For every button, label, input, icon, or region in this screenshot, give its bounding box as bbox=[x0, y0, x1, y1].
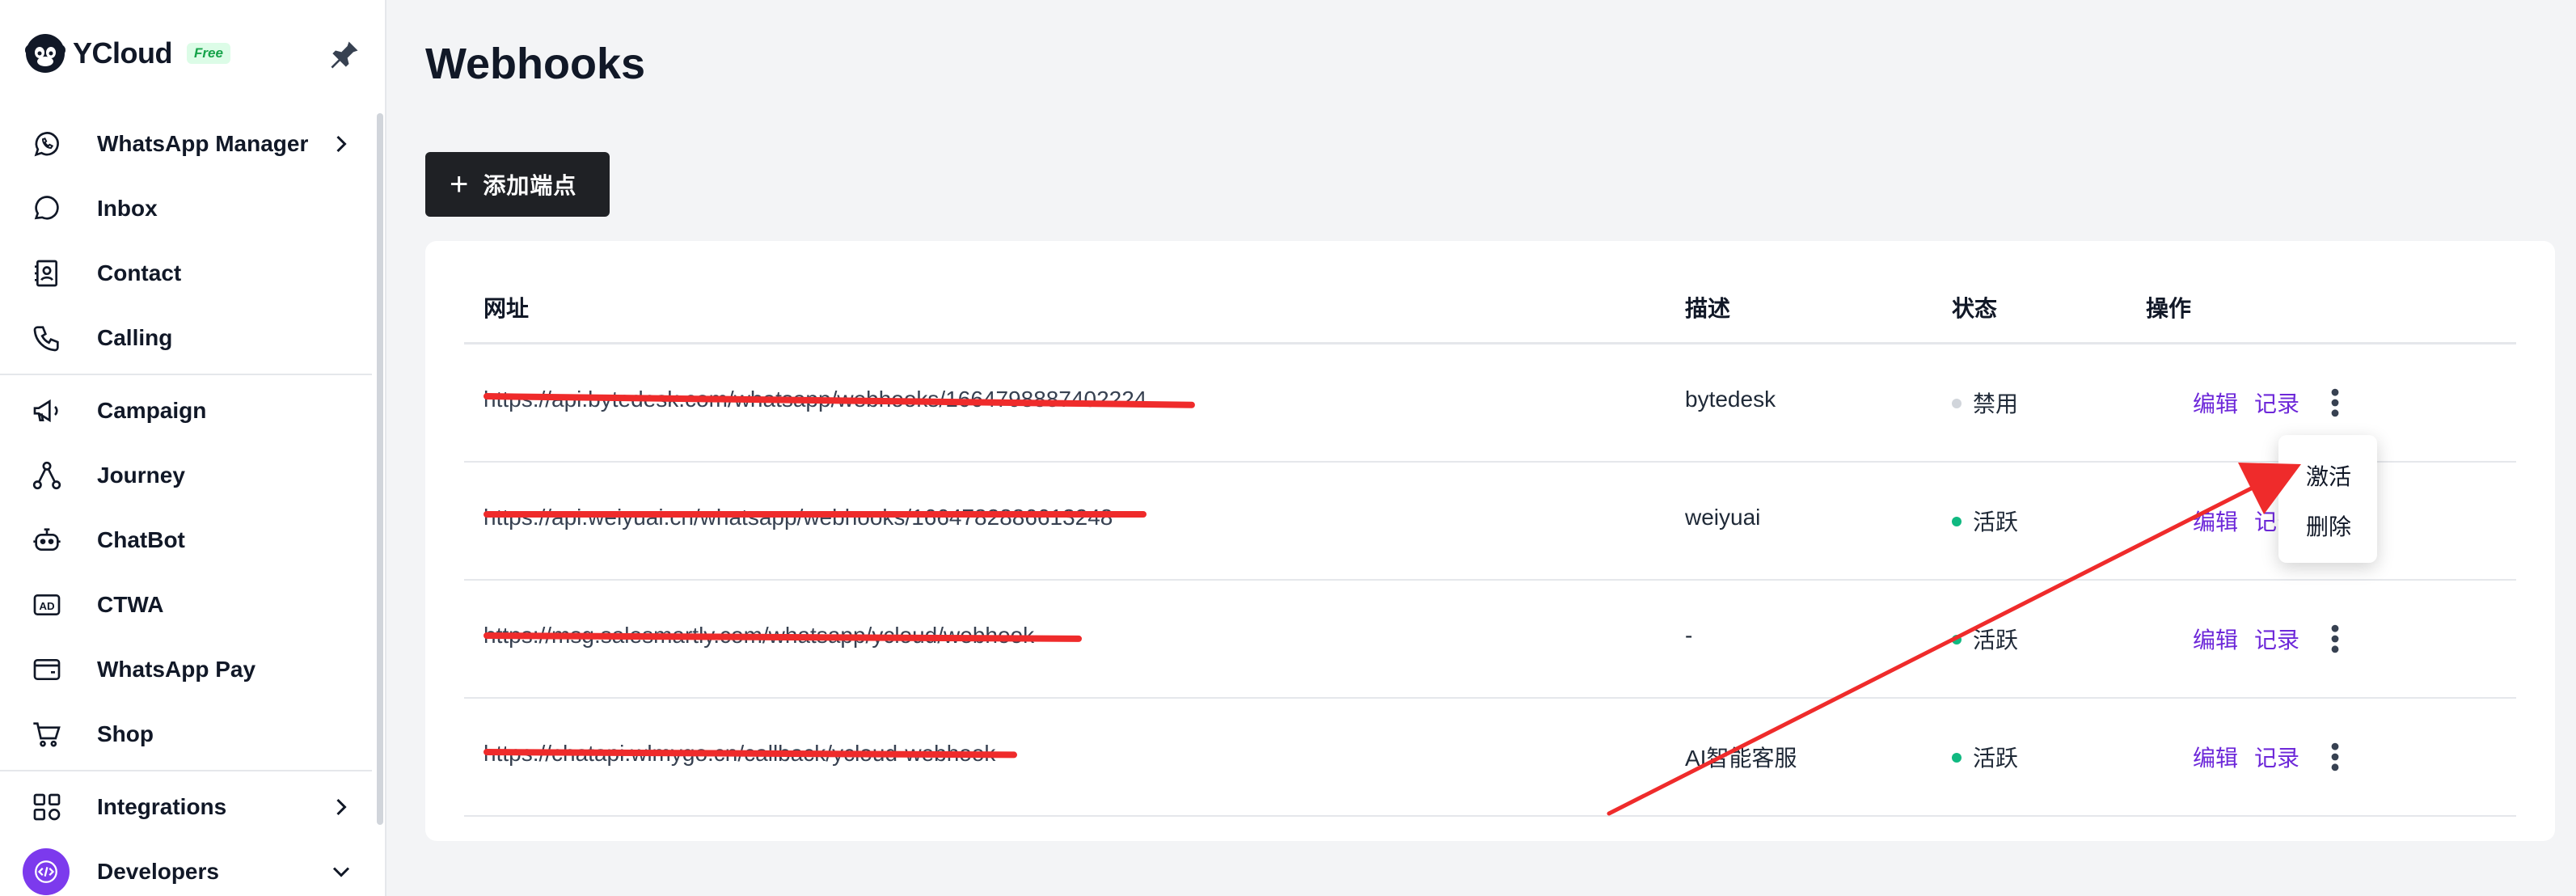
add-endpoint-button[interactable]: + 添加端点 bbox=[425, 152, 610, 217]
edit-link[interactable]: 编辑 bbox=[2193, 505, 2238, 537]
sidebar-item-integrations[interactable]: Integrations bbox=[0, 783, 372, 831]
plan-badge: Free bbox=[186, 43, 230, 64]
sidebar-item-label: Contact bbox=[97, 260, 182, 285]
sidebar-item-label: ChatBot bbox=[97, 527, 185, 552]
table-row: https://msg.salesmartly.com/whatsapp/ycl… bbox=[464, 581, 2516, 699]
delete-menu-item[interactable]: 删除 bbox=[2306, 509, 2351, 542]
status-text: 活跃 bbox=[1973, 628, 2019, 653]
status-text: 禁用 bbox=[1973, 391, 2019, 416]
wallet-icon bbox=[29, 652, 65, 687]
svg-text:AD: AD bbox=[39, 600, 55, 612]
whatsapp-icon bbox=[29, 126, 65, 162]
row-actions-dropdown: 激活 删除 bbox=[2278, 435, 2377, 563]
chevron-right-icon bbox=[336, 798, 347, 816]
sidebar-item-campaign[interactable]: Campaign bbox=[0, 387, 372, 435]
edit-link[interactable]: 编辑 bbox=[2193, 741, 2238, 773]
edit-link[interactable]: 编辑 bbox=[2193, 387, 2238, 419]
sidebar-item-label: Campaign bbox=[97, 398, 207, 423]
table-header: 网址 描述 状态 操作 bbox=[464, 241, 2516, 344]
robot-icon bbox=[29, 522, 65, 558]
column-header-actions: 操作 bbox=[2146, 296, 2192, 321]
status-badge: 活跃 bbox=[1952, 505, 2018, 537]
webhooks-table-card: 网址 描述 状态 操作 https://api.bytedesk.com/wha… bbox=[425, 241, 2555, 841]
sidebar-item-label: WhatsApp Manager bbox=[97, 131, 309, 156]
redaction-mark bbox=[484, 511, 1147, 518]
column-header-url: 网址 bbox=[484, 296, 530, 321]
sidebar-item-journey[interactable]: Journey bbox=[0, 451, 372, 500]
sidebar-item-contact[interactable]: Contact bbox=[0, 249, 372, 298]
status-badge: 禁用 bbox=[1952, 387, 2018, 419]
cart-icon bbox=[29, 716, 65, 752]
sidebar-item-label: Integrations bbox=[97, 794, 227, 819]
table-row: https://chatapi.wlmygo.cn/callback/yclou… bbox=[464, 699, 2516, 817]
chat-bubble-icon bbox=[29, 191, 65, 226]
log-link[interactable]: 记录 bbox=[2254, 623, 2299, 655]
chevron-down-icon bbox=[332, 867, 350, 877]
add-endpoint-label: 添加端点 bbox=[483, 173, 577, 198]
sidebar-item-label: Calling bbox=[97, 325, 173, 350]
megaphone-icon bbox=[29, 393, 65, 429]
brand[interactable]: YCloud Free bbox=[23, 31, 230, 76]
webhook-description: AI智能客服 bbox=[1685, 746, 1797, 771]
chevron-right-icon bbox=[336, 135, 347, 153]
status-dot bbox=[1952, 634, 1962, 645]
status-badge: 活跃 bbox=[1952, 623, 2018, 655]
page-title: Webhooks bbox=[425, 40, 646, 88]
edit-link[interactable]: 编辑 bbox=[2193, 623, 2238, 655]
status-dot bbox=[1952, 516, 1962, 526]
code-icon bbox=[23, 848, 70, 895]
sidebar-item-shop[interactable]: Shop bbox=[0, 710, 372, 759]
status-badge: 活跃 bbox=[1952, 741, 2018, 773]
ad-icon: AD bbox=[29, 587, 65, 623]
grid-icon bbox=[29, 789, 65, 825]
webhook-description: weiyuai bbox=[1685, 505, 1761, 530]
divider bbox=[0, 374, 372, 375]
log-link[interactable]: 记录 bbox=[2254, 387, 2299, 419]
table-row: https://api.bytedesk.com/whatsapp/webhoo… bbox=[464, 344, 2516, 463]
more-options-icon[interactable] bbox=[2319, 621, 2351, 657]
table-row: https://api.weiyuai.cn/whatsapp/webhooks… bbox=[464, 463, 2516, 581]
status-dot bbox=[1952, 398, 1962, 408]
phone-icon bbox=[29, 320, 65, 356]
more-options-icon[interactable] bbox=[2319, 739, 2351, 775]
sidebar-item-inbox[interactable]: Inbox bbox=[0, 184, 372, 233]
sidebar-item-ctwa[interactable]: AD CTWA bbox=[0, 581, 372, 629]
contact-icon bbox=[29, 256, 65, 291]
activate-menu-item[interactable]: 激活 bbox=[2306, 459, 2351, 492]
log-link[interactable]: 记录 bbox=[2254, 741, 2299, 773]
divider bbox=[0, 770, 372, 771]
brand-name: YCloud bbox=[73, 36, 172, 70]
sidebar-item-developers[interactable]: Developers bbox=[0, 847, 372, 896]
sidebar-item-chatbot[interactable]: ChatBot bbox=[0, 516, 372, 564]
status-text: 活跃 bbox=[1973, 509, 2019, 535]
sidebar-item-whatsapp-pay[interactable]: WhatsApp Pay bbox=[0, 645, 372, 694]
plus-icon: + bbox=[450, 167, 469, 202]
more-options-icon[interactable] bbox=[2319, 385, 2351, 421]
sidebar-item-label: Journey bbox=[97, 463, 185, 488]
sidebar-item-label: WhatsApp Pay bbox=[97, 657, 256, 682]
webhook-description: - bbox=[1685, 623, 1693, 648]
sidebar-item-label: CTWA bbox=[97, 592, 164, 617]
sidebar-scrollbar[interactable] bbox=[377, 113, 383, 825]
ycloud-logo-icon bbox=[25, 34, 65, 73]
sidebar-item-whatsapp-manager[interactable]: WhatsApp Manager bbox=[0, 120, 372, 168]
journey-icon bbox=[29, 458, 65, 493]
status-dot bbox=[1952, 752, 1962, 763]
webhook-url: https://api.weiyuai.cn/whatsapp/webhooks… bbox=[484, 505, 1113, 530]
column-header-status: 状态 bbox=[1952, 296, 1998, 321]
sidebar-item-calling[interactable]: Calling bbox=[0, 314, 372, 362]
webhook-description: bytedesk bbox=[1685, 387, 1776, 412]
sidebar: YCloud Free WhatsApp Manager Inbox Conta… bbox=[0, 0, 386, 896]
pin-icon[interactable] bbox=[327, 37, 362, 73]
sidebar-item-label: Shop bbox=[97, 721, 154, 746]
column-header-description: 描述 bbox=[1685, 296, 1731, 321]
sidebar-item-label: Inbox bbox=[97, 196, 158, 221]
status-text: 活跃 bbox=[1973, 746, 2019, 771]
sidebar-item-label: Developers bbox=[97, 859, 219, 884]
